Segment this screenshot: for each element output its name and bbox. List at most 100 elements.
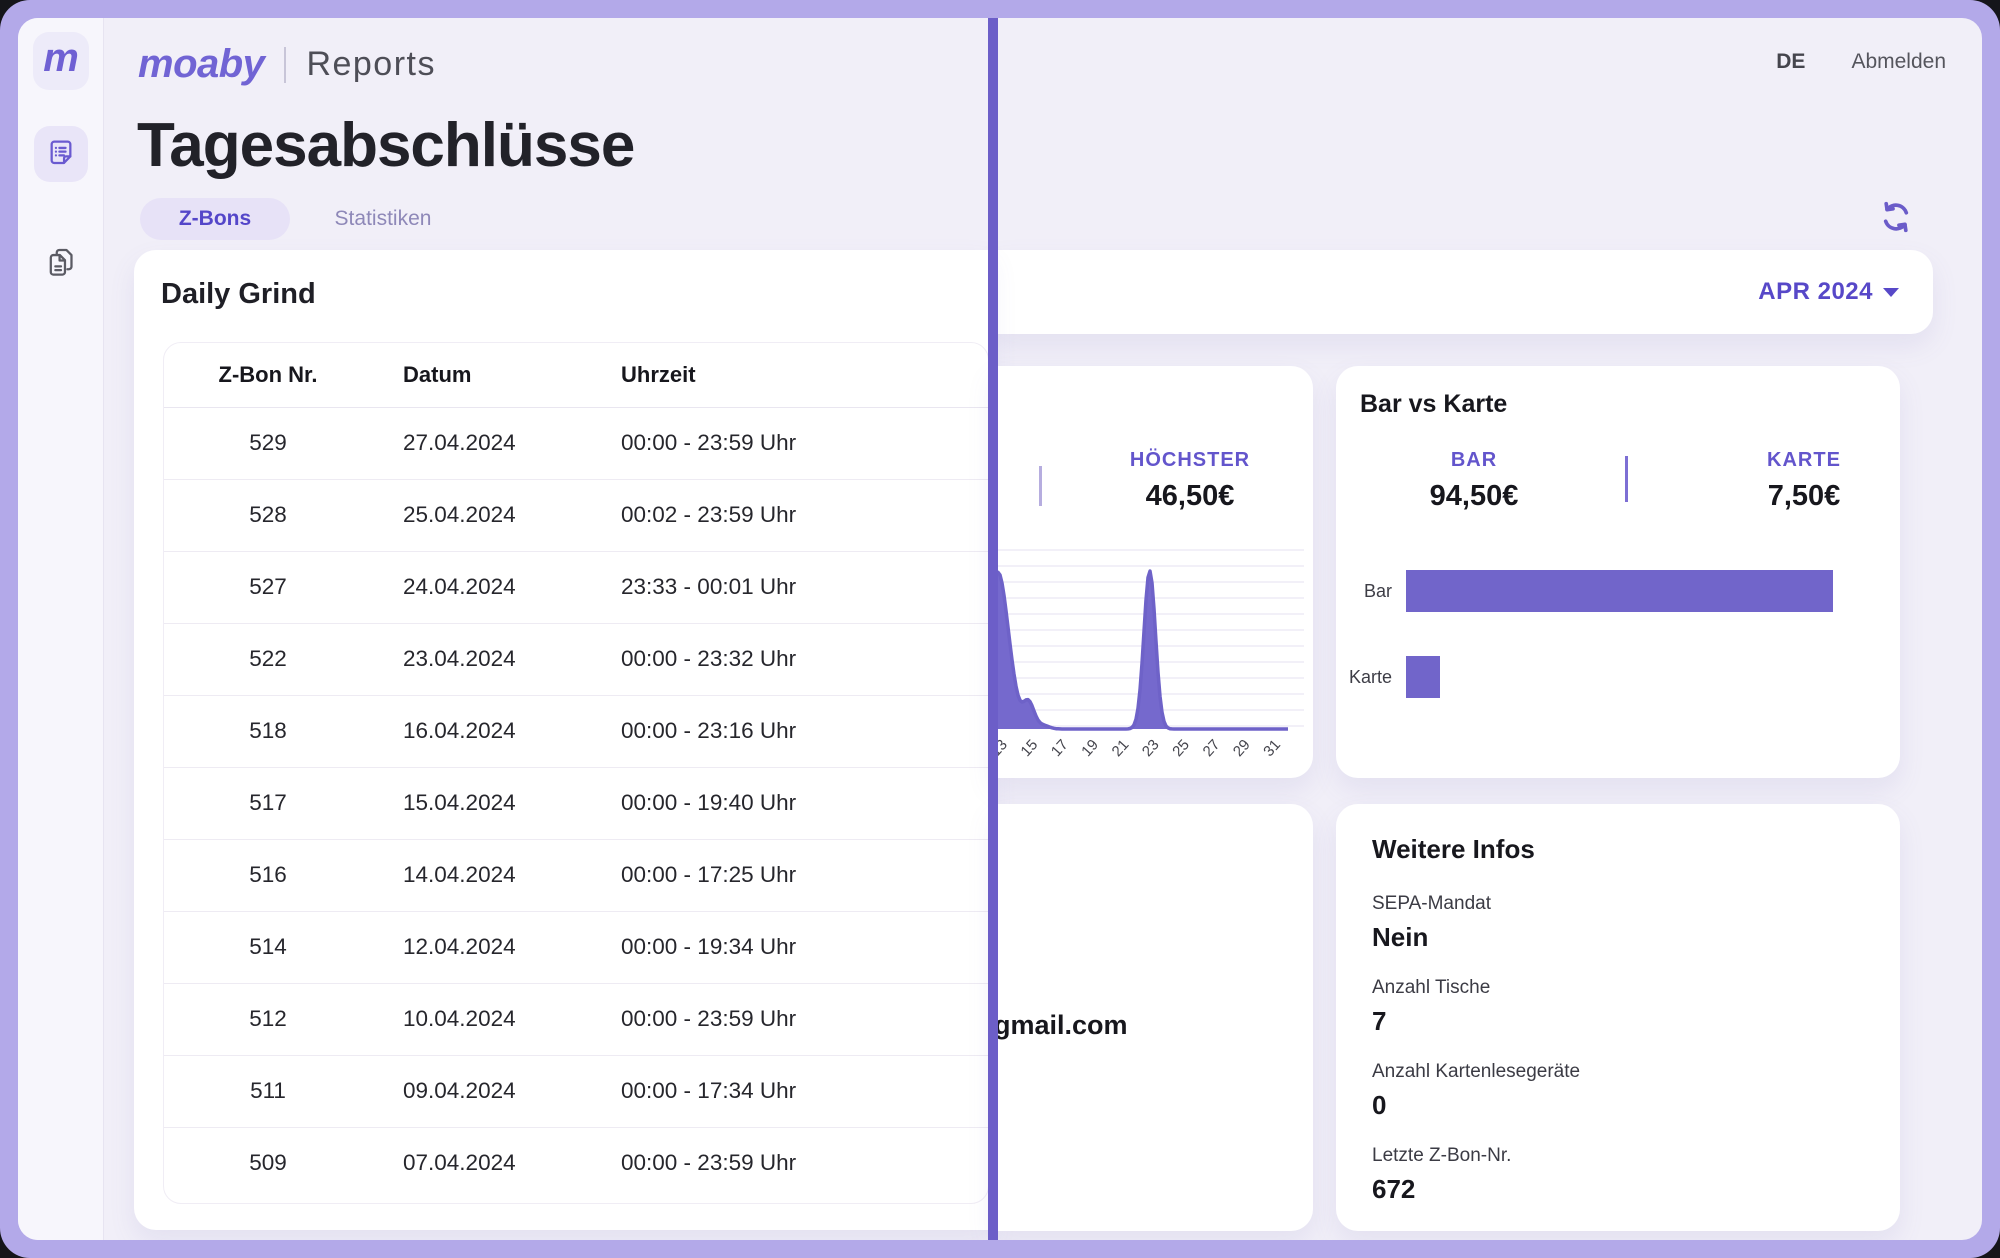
table-cell: 15.04.2024: [372, 767, 621, 839]
sidebar: m: [18, 18, 104, 1240]
section-title: Reports: [306, 45, 436, 84]
table-cell: 514: [164, 911, 372, 983]
column-header-zbon-nr: Z-Bon Nr.: [164, 343, 372, 407]
table-row[interactable]: 52223.04.202400:00 - 23:32 Uhr: [164, 623, 988, 695]
table-row[interactable]: 51412.04.202400:00 - 19:34 Uhr: [164, 911, 988, 983]
app-window: m: [18, 18, 1982, 1240]
table-cell: 516: [164, 839, 372, 911]
month-selector-label: APR 2024: [1758, 278, 1873, 306]
table-row[interactable]: 51614.04.202400:00 - 17:25 Uhr: [164, 839, 988, 911]
highest-stat-label: HÖCHSTER: [1072, 449, 1308, 472]
info-label: Letzte Z-Bon-Nr.: [1372, 1145, 1864, 1167]
chart-x-tick-label: 25: [1169, 736, 1193, 760]
table-cell: 27.04.2024: [372, 407, 621, 479]
brand-logo-text: moaby: [138, 42, 264, 87]
app-logo[interactable]: m: [33, 32, 89, 90]
table-cell: 00:00 - 23:59 Uhr: [621, 1127, 988, 1199]
info-item-sepa: SEPA-Mandat Nein: [1372, 893, 1864, 953]
info-value: 0: [1372, 1090, 1864, 1121]
brand-separator: [284, 47, 286, 83]
table-row[interactable]: 50907.04.202400:00 - 23:59 Uhr: [164, 1127, 988, 1199]
chart-line: [992, 571, 1288, 729]
topbar-actions: DE Abmelden: [1776, 50, 1946, 74]
revenue-chart-card: HÖCHSTER 46,50€ 13151719212325272931: [992, 366, 1313, 778]
table-cell: 528: [164, 479, 372, 551]
table-row[interactable]: 52724.04.202423:33 - 00:01 Uhr: [164, 551, 988, 623]
refresh-button[interactable]: [1872, 194, 1920, 242]
weitere-infos-card: Weitere Infos SEPA-Mandat Nein Anzahl Ti…: [1336, 804, 1900, 1231]
logout-button[interactable]: Abmelden: [1851, 50, 1946, 74]
sidebar-item-documents[interactable]: [34, 236, 88, 292]
stat-divider: [1625, 456, 1628, 502]
table-cell: 23.04.2024: [372, 623, 621, 695]
table-header-row: Z-Bon Nr. Datum Uhrzeit: [164, 343, 988, 407]
karte-stat: KARTE 7,50€: [1694, 449, 1914, 513]
karte-stat-label: KARTE: [1694, 449, 1914, 472]
tab-statistiken[interactable]: Statistiken: [318, 198, 448, 240]
bar-row-label: Karte: [1336, 667, 1406, 688]
info-item-tische: Anzahl Tische 7: [1372, 977, 1864, 1037]
table-cell: 00:00 - 23:59 Uhr: [621, 983, 988, 1055]
tab-z-bons-label: Z-Bons: [179, 207, 251, 231]
table-cell: 00:00 - 23:59 Uhr: [621, 407, 988, 479]
table-cell: 00:00 - 23:32 Uhr: [621, 623, 988, 695]
chart-x-tick-label: 31: [1260, 736, 1284, 760]
chart-x-tick-label: 27: [1200, 736, 1224, 760]
info-value: Nein: [1372, 922, 1864, 953]
table-cell: 00:00 - 23:16 Uhr: [621, 695, 988, 767]
table-cell: 517: [164, 767, 372, 839]
table-cell: 16.04.2024: [372, 695, 621, 767]
tab-z-bons[interactable]: Z-Bons: [140, 198, 290, 240]
table-row[interactable]: 51715.04.202400:00 - 19:40 Uhr: [164, 767, 988, 839]
chevron-down-icon: [1883, 288, 1899, 297]
screenshot-stage: m: [0, 0, 2000, 1258]
info-value: 672: [1372, 1174, 1864, 1205]
table-cell: 00:02 - 23:59 Uhr: [621, 479, 988, 551]
language-switcher[interactable]: DE: [1776, 50, 1805, 74]
bar-chart-bar: [1406, 656, 1440, 698]
refresh-icon: [1875, 226, 1917, 241]
daily-grind-title: Daily Grind: [161, 278, 316, 311]
info-label: Anzahl Kartenlesegeräte: [1372, 1061, 1864, 1083]
chart-x-tick-label: 15: [1017, 736, 1041, 760]
month-selector[interactable]: APR 2024: [1758, 278, 1899, 306]
table-row[interactable]: 52927.04.202400:00 - 23:59 Uhr: [164, 407, 988, 479]
table-cell: 23:33 - 00:01 Uhr: [621, 551, 988, 623]
chart-x-tick-label: 23: [1139, 736, 1163, 760]
contact-email-card: gmail.com: [992, 804, 1313, 1231]
daily-card-header-right: APR 2024: [992, 250, 1933, 334]
bar-chart-row-bar: Bar: [1336, 570, 1833, 612]
info-label: SEPA-Mandat: [1372, 893, 1864, 915]
table-row[interactable]: 51109.04.202400:00 - 17:34 Uhr: [164, 1055, 988, 1127]
comparison-slider-divider[interactable]: [988, 18, 998, 1240]
bar-vs-karte-title: Bar vs Karte: [1360, 390, 1507, 419]
page-title: Tagesabschlüsse: [137, 110, 634, 181]
table-row[interactable]: 51210.04.202400:00 - 23:59 Uhr: [164, 983, 988, 1055]
highest-stat: HÖCHSTER 46,50€: [1072, 449, 1308, 513]
weitere-infos-title: Weitere Infos: [1372, 834, 1864, 865]
info-item-letzte-zbon: Letzte Z-Bon-Nr. 672: [1372, 1145, 1864, 1205]
table-cell: 25.04.2024: [372, 479, 621, 551]
chart-x-tick-label: 17: [1048, 736, 1072, 760]
table-cell: 00:00 - 17:34 Uhr: [621, 1055, 988, 1127]
bar-row-label: Bar: [1336, 581, 1406, 602]
table-cell: 511: [164, 1055, 372, 1127]
window-frame: m: [0, 0, 2000, 1258]
copy-documents-icon: [44, 246, 78, 283]
daily-revenue-area-chart: 13151719212325272931: [992, 538, 1313, 778]
info-label: Anzahl Tische: [1372, 977, 1864, 999]
table-cell: 14.04.2024: [372, 839, 621, 911]
email-text: gmail.com: [994, 1010, 1128, 1041]
table-cell: 00:00 - 19:34 Uhr: [621, 911, 988, 983]
table-cell: 00:00 - 19:40 Uhr: [621, 767, 988, 839]
stat-divider: [1039, 466, 1042, 506]
topbar: moaby Reports: [138, 42, 436, 87]
table-cell: 10.04.2024: [372, 983, 621, 1055]
report-document-icon: [45, 137, 77, 172]
bar-chart-bar: [1406, 570, 1833, 612]
table-row[interactable]: 51816.04.202400:00 - 23:16 Uhr: [164, 695, 988, 767]
sidebar-item-reports[interactable]: [34, 126, 88, 182]
table-row[interactable]: 52825.04.202400:02 - 23:59 Uhr: [164, 479, 988, 551]
table-cell: 12.04.2024: [372, 911, 621, 983]
chart-x-tick-label: 19: [1078, 736, 1102, 760]
